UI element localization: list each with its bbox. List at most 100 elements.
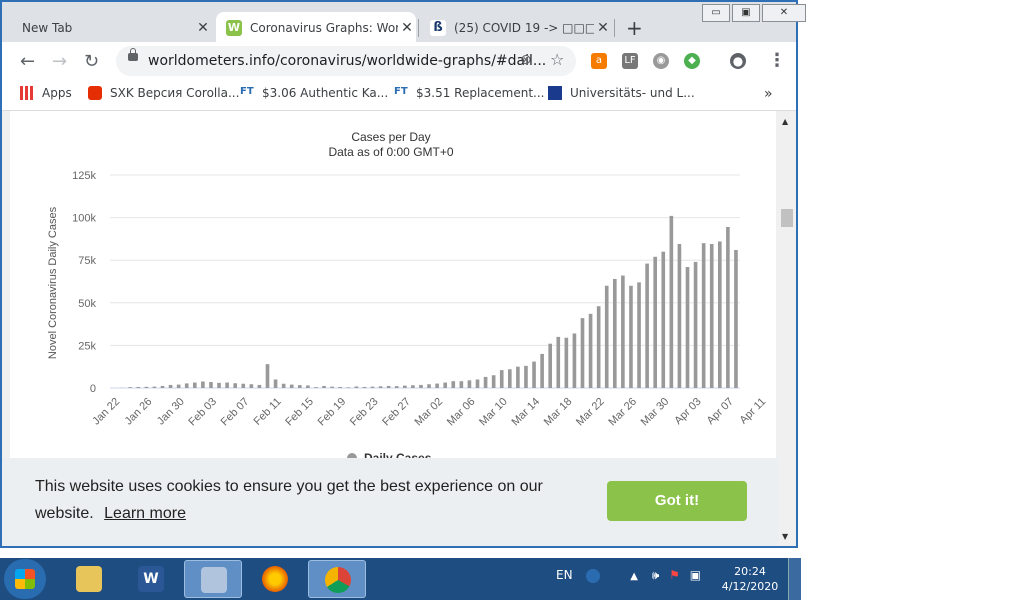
bar[interactable] xyxy=(411,385,415,388)
bar[interactable] xyxy=(273,379,278,388)
bar[interactable] xyxy=(467,380,472,388)
bar[interactable] xyxy=(548,343,553,388)
bookmark-sxk[interactable]: SXK Версия Corolla... xyxy=(88,86,239,100)
bar[interactable] xyxy=(621,275,625,388)
start-button[interactable] xyxy=(4,559,46,599)
bar[interactable] xyxy=(338,386,343,388)
bar[interactable] xyxy=(612,278,617,388)
bar[interactable] xyxy=(217,382,221,388)
bar[interactable] xyxy=(483,376,488,388)
bar[interactable] xyxy=(507,369,512,388)
bar[interactable] xyxy=(402,385,407,388)
bar[interactable] xyxy=(427,384,431,388)
bar[interactable] xyxy=(491,375,496,388)
bar[interactable] xyxy=(588,313,593,388)
bar[interactable] xyxy=(645,263,649,388)
bar[interactable] xyxy=(362,386,367,388)
bar[interactable] xyxy=(540,353,544,388)
bar[interactable] xyxy=(314,387,318,388)
bar[interactable] xyxy=(233,383,238,388)
bar[interactable] xyxy=(701,243,706,388)
language-indicator[interactable]: EN xyxy=(556,568,573,582)
bar[interactable] xyxy=(322,385,326,388)
tab-coronavirus-graphs[interactable]: W Coronavirus Graphs: Worl ✕ xyxy=(216,12,416,43)
close-icon[interactable]: ✕ xyxy=(398,20,416,36)
new-tab-icon[interactable]: + xyxy=(626,16,643,40)
taskbar-word[interactable]: W xyxy=(122,560,180,598)
bar[interactable] xyxy=(330,386,334,388)
close-icon[interactable]: ✕ xyxy=(594,20,612,36)
taskbar-explorer[interactable] xyxy=(60,560,118,598)
bar[interactable] xyxy=(257,384,262,388)
close-icon[interactable]: ✕ xyxy=(194,20,212,36)
taskbar-chrome[interactable] xyxy=(308,560,366,598)
bar[interactable] xyxy=(241,383,246,388)
page-scrollbar[interactable]: ▲ ▼ xyxy=(778,111,796,546)
network-icon[interactable]: ▣ xyxy=(690,568,701,582)
bar[interactable] xyxy=(532,361,536,388)
bar[interactable] xyxy=(201,381,205,388)
forward-arrow-icon[interactable]: → xyxy=(52,51,67,72)
bar[interactable] xyxy=(524,365,528,388)
tab-new-tab[interactable]: New Tab ✕ xyxy=(12,12,212,43)
bar[interactable] xyxy=(378,386,383,388)
bar[interactable] xyxy=(386,385,391,388)
scrollbar-thumb[interactable] xyxy=(781,209,793,227)
back-arrow-icon[interactable]: ← xyxy=(20,51,35,72)
tab-covid-video[interactable]: ß (25) COVID 19 -> □□□□□ ✕ xyxy=(420,12,612,43)
scroll-up-icon[interactable]: ▲ xyxy=(782,117,788,126)
bar[interactable] xyxy=(346,387,351,388)
bar[interactable] xyxy=(653,256,658,388)
bar[interactable] xyxy=(693,261,698,388)
address-bar[interactable]: worldometers.info/coronavirus/worldwide-… xyxy=(116,46,576,76)
minimize-button[interactable]: ▭ xyxy=(702,4,730,22)
bar[interactable] xyxy=(677,244,682,388)
bar[interactable] xyxy=(685,267,690,388)
maximize-button[interactable]: ▣ xyxy=(732,4,760,22)
download-extension-icon[interactable]: ◆ xyxy=(684,53,700,69)
bar[interactable] xyxy=(637,282,641,388)
bar[interactable] xyxy=(726,226,730,388)
bar[interactable] xyxy=(128,387,133,388)
bar[interactable] xyxy=(572,333,577,388)
bar[interactable] xyxy=(176,384,181,388)
scroll-down-icon[interactable]: ▼ xyxy=(782,532,788,541)
bar[interactable] xyxy=(669,215,674,388)
bar[interactable] xyxy=(604,285,609,388)
show-desktop-button[interactable] xyxy=(788,558,801,600)
bar[interactable] xyxy=(209,382,213,388)
bar[interactable] xyxy=(394,386,399,388)
close-window-button[interactable]: ✕ xyxy=(762,4,806,22)
bar[interactable] xyxy=(281,383,286,388)
bar[interactable] xyxy=(475,379,480,388)
bar[interactable] xyxy=(435,383,439,388)
bar[interactable] xyxy=(596,306,601,388)
bar[interactable] xyxy=(564,337,569,388)
got-it-button[interactable]: Got it! xyxy=(607,481,747,521)
lf-extension-icon[interactable]: LF xyxy=(622,53,638,69)
bar[interactable] xyxy=(152,386,157,388)
bar[interactable] xyxy=(265,364,270,388)
globe-extension-icon[interactable]: ◉ xyxy=(653,53,669,69)
bar[interactable] xyxy=(136,386,141,388)
bar[interactable] xyxy=(192,382,197,388)
bar[interactable] xyxy=(289,384,294,388)
bookmarks-overflow-icon[interactable]: » xyxy=(764,86,773,102)
bar[interactable] xyxy=(661,251,666,388)
bar[interactable] xyxy=(629,285,633,388)
bar[interactable] xyxy=(297,385,302,388)
bookmark-apps[interactable]: Apps xyxy=(20,86,72,100)
show-hidden-icons-icon[interactable]: ▲ xyxy=(630,571,638,582)
learn-more-link[interactable]: Learn more xyxy=(104,505,186,522)
profile-avatar-icon[interactable]: ● xyxy=(730,53,746,69)
menu-kebab-icon[interactable]: ⋮ xyxy=(768,50,786,71)
aliexpress-extension-icon[interactable]: a xyxy=(591,53,607,69)
blocked-cookies-icon[interactable]: ⊗ xyxy=(520,52,532,68)
action-center-icon[interactable]: ⚑ xyxy=(669,568,680,582)
bar[interactable] xyxy=(225,382,229,388)
bar[interactable] xyxy=(160,385,165,388)
bar[interactable] xyxy=(419,384,423,388)
bar[interactable] xyxy=(306,385,310,388)
bar[interactable] xyxy=(734,249,738,388)
bar[interactable] xyxy=(184,383,189,388)
